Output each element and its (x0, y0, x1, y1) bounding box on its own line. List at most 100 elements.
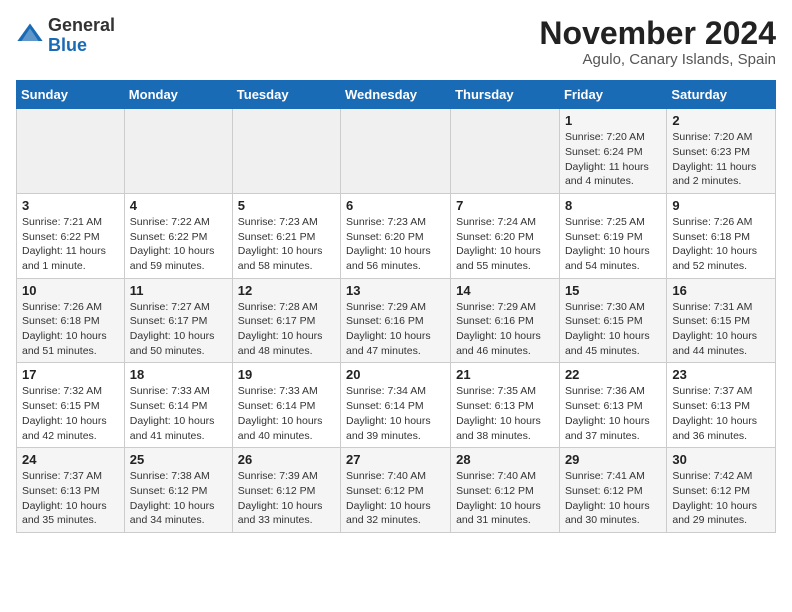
calendar-cell: 21 Sunrise: 7:35 AM Sunset: 6:13 PM Dayli… (451, 363, 560, 448)
calendar-cell: 10 Sunrise: 7:26 AM Sunset: 6:18 PM Dayli… (17, 278, 125, 363)
calendar-cell: 4 Sunrise: 7:22 AM Sunset: 6:22 PM Daylig… (124, 193, 232, 278)
day-info: Sunrise: 7:37 AM Sunset: 6:13 PM Dayligh… (672, 384, 770, 443)
calendar-cell: 6Sunrise: 7:23 AM Sunset: 6:20 PM Daylig… (341, 193, 451, 278)
day-number: 4 (130, 198, 227, 213)
day-info: Sunrise: 7:20 AM Sunset: 6:24 PM Dayligh… (565, 130, 661, 189)
calendar-cell: 22 Sunrise: 7:36 AM Sunset: 6:13 PM Dayli… (559, 363, 666, 448)
day-info: Sunrise: 7:40 AM Sunset: 6:12 PM Dayligh… (456, 469, 554, 528)
calendar-cell: 29 Sunrise: 7:41 AM Sunset: 6:12 PM Dayli… (559, 448, 666, 533)
calendar-cell: 12 Sunrise: 7:28 AM Sunset: 6:17 PM Dayli… (232, 278, 340, 363)
calendar-cell: 11 Sunrise: 7:27 AM Sunset: 6:17 PM Dayli… (124, 278, 232, 363)
calendar-cell: 23 Sunrise: 7:37 AM Sunset: 6:13 PM Dayli… (667, 363, 776, 448)
day-number: 8 (565, 198, 661, 213)
day-number: 28 (456, 452, 554, 467)
day-info: Sunrise: 7:25 AM Sunset: 6:19 PM Dayligh… (565, 215, 661, 274)
day-number: 19 (238, 367, 335, 382)
day-info: Sunrise: 7:31 AM Sunset: 6:15 PM Dayligh… (672, 300, 770, 359)
calendar-cell: 2 Sunrise: 7:20 AM Sunset: 6:23 PM Daylig… (667, 109, 776, 194)
header-day-monday: Monday (124, 81, 232, 109)
header-day-thursday: Thursday (451, 81, 560, 109)
day-info: Sunrise: 7:23 AM Sunset: 6:21 PM Dayligh… (238, 215, 335, 274)
day-number: 11 (130, 283, 227, 298)
day-number: 13 (346, 283, 445, 298)
calendar-week-3: 10 Sunrise: 7:26 AM Sunset: 6:18 PM Dayli… (17, 278, 776, 363)
day-number: 2 (672, 113, 770, 128)
day-info: Sunrise: 7:29 AM Sunset: 6:16 PM Dayligh… (456, 300, 554, 359)
day-number: 12 (238, 283, 335, 298)
calendar-cell: 9 Sunrise: 7:26 AM Sunset: 6:18 PM Daylig… (667, 193, 776, 278)
day-info: Sunrise: 7:28 AM Sunset: 6:17 PM Dayligh… (238, 300, 335, 359)
day-info: Sunrise: 7:26 AM Sunset: 6:18 PM Dayligh… (22, 300, 119, 359)
day-info: Sunrise: 7:37 AM Sunset: 6:13 PM Dayligh… (22, 469, 119, 528)
calendar-table: SundayMondayTuesdayWednesdayThursdayFrid… (16, 80, 776, 533)
calendar-body: 1Sunrise: 7:20 AM Sunset: 6:24 PM Daylig… (17, 109, 776, 533)
calendar-cell: 16 Sunrise: 7:31 AM Sunset: 6:15 PM Dayli… (667, 278, 776, 363)
day-info: Sunrise: 7:27 AM Sunset: 6:17 PM Dayligh… (130, 300, 227, 359)
header-row: SundayMondayTuesdayWednesdayThursdayFrid… (17, 81, 776, 109)
calendar-cell: 27 Sunrise: 7:40 AM Sunset: 6:12 PM Dayli… (341, 448, 451, 533)
calendar-cell: 5Sunrise: 7:23 AM Sunset: 6:21 PM Daylig… (232, 193, 340, 278)
day-info: Sunrise: 7:38 AM Sunset: 6:12 PM Dayligh… (130, 469, 227, 528)
calendar-cell: 28 Sunrise: 7:40 AM Sunset: 6:12 PM Dayli… (451, 448, 560, 533)
day-info: Sunrise: 7:30 AM Sunset: 6:15 PM Dayligh… (565, 300, 661, 359)
calendar-cell (341, 109, 451, 194)
calendar-header: SundayMondayTuesdayWednesdayThursdayFrid… (17, 81, 776, 109)
day-number: 26 (238, 452, 335, 467)
day-number: 30 (672, 452, 770, 467)
header-day-friday: Friday (559, 81, 666, 109)
day-info: Sunrise: 7:42 AM Sunset: 6:12 PM Dayligh… (672, 469, 770, 528)
day-info: Sunrise: 7:32 AM Sunset: 6:15 PM Dayligh… (22, 384, 119, 443)
calendar-week-2: 3 Sunrise: 7:21 AM Sunset: 6:22 PM Daylig… (17, 193, 776, 278)
day-info: Sunrise: 7:24 AM Sunset: 6:20 PM Dayligh… (456, 215, 554, 274)
day-number: 21 (456, 367, 554, 382)
day-info: Sunrise: 7:29 AM Sunset: 6:16 PM Dayligh… (346, 300, 445, 359)
day-number: 22 (565, 367, 661, 382)
day-info: Sunrise: 7:35 AM Sunset: 6:13 PM Dayligh… (456, 384, 554, 443)
calendar-week-4: 17Sunrise: 7:32 AM Sunset: 6:15 PM Dayli… (17, 363, 776, 448)
day-number: 7 (456, 198, 554, 213)
calendar-cell: 3 Sunrise: 7:21 AM Sunset: 6:22 PM Daylig… (17, 193, 125, 278)
calendar-cell: 20Sunrise: 7:34 AM Sunset: 6:14 PM Dayli… (341, 363, 451, 448)
day-number: 15 (565, 283, 661, 298)
day-info: Sunrise: 7:39 AM Sunset: 6:12 PM Dayligh… (238, 469, 335, 528)
day-number: 10 (22, 283, 119, 298)
calendar-cell: 24 Sunrise: 7:37 AM Sunset: 6:13 PM Dayli… (17, 448, 125, 533)
calendar-cell (232, 109, 340, 194)
page-subtitle: Agulo, Canary Islands, Spain (539, 51, 776, 68)
calendar-week-5: 24 Sunrise: 7:37 AM Sunset: 6:13 PM Dayli… (17, 448, 776, 533)
day-number: 3 (22, 198, 119, 213)
day-number: 27 (346, 452, 445, 467)
day-number: 23 (672, 367, 770, 382)
calendar-cell: 14 Sunrise: 7:29 AM Sunset: 6:16 PM Dayli… (451, 278, 560, 363)
day-number: 9 (672, 198, 770, 213)
day-number: 14 (456, 283, 554, 298)
header-day-sunday: Sunday (17, 81, 125, 109)
page-header: General Blue November 2024 Agulo, Canary… (16, 16, 776, 68)
day-info: Sunrise: 7:21 AM Sunset: 6:22 PM Dayligh… (22, 215, 119, 274)
day-number: 16 (672, 283, 770, 298)
day-info: Sunrise: 7:22 AM Sunset: 6:22 PM Dayligh… (130, 215, 227, 274)
day-info: Sunrise: 7:36 AM Sunset: 6:13 PM Dayligh… (565, 384, 661, 443)
day-info: Sunrise: 7:40 AM Sunset: 6:12 PM Dayligh… (346, 469, 445, 528)
day-info: Sunrise: 7:26 AM Sunset: 6:18 PM Dayligh… (672, 215, 770, 274)
calendar-cell (17, 109, 125, 194)
header-day-tuesday: Tuesday (232, 81, 340, 109)
calendar-cell: 25Sunrise: 7:38 AM Sunset: 6:12 PM Dayli… (124, 448, 232, 533)
day-info: Sunrise: 7:41 AM Sunset: 6:12 PM Dayligh… (565, 469, 661, 528)
day-number: 24 (22, 452, 119, 467)
calendar-cell: 30 Sunrise: 7:42 AM Sunset: 6:12 PM Dayli… (667, 448, 776, 533)
day-number: 20 (346, 367, 445, 382)
calendar-cell: 13 Sunrise: 7:29 AM Sunset: 6:16 PM Dayli… (341, 278, 451, 363)
logo-icon (16, 20, 44, 48)
calendar-cell: 26 Sunrise: 7:39 AM Sunset: 6:12 PM Dayli… (232, 448, 340, 533)
day-number: 6 (346, 198, 445, 213)
calendar-cell (124, 109, 232, 194)
day-info: Sunrise: 7:20 AM Sunset: 6:23 PM Dayligh… (672, 130, 770, 189)
calendar-cell (451, 109, 560, 194)
logo-general: General (48, 16, 115, 36)
calendar-cell: 7 Sunrise: 7:24 AM Sunset: 6:20 PM Daylig… (451, 193, 560, 278)
calendar-cell: 8 Sunrise: 7:25 AM Sunset: 6:19 PM Daylig… (559, 193, 666, 278)
day-info: Sunrise: 7:33 AM Sunset: 6:14 PM Dayligh… (238, 384, 335, 443)
calendar-cell: 18Sunrise: 7:33 AM Sunset: 6:14 PM Dayli… (124, 363, 232, 448)
day-number: 29 (565, 452, 661, 467)
